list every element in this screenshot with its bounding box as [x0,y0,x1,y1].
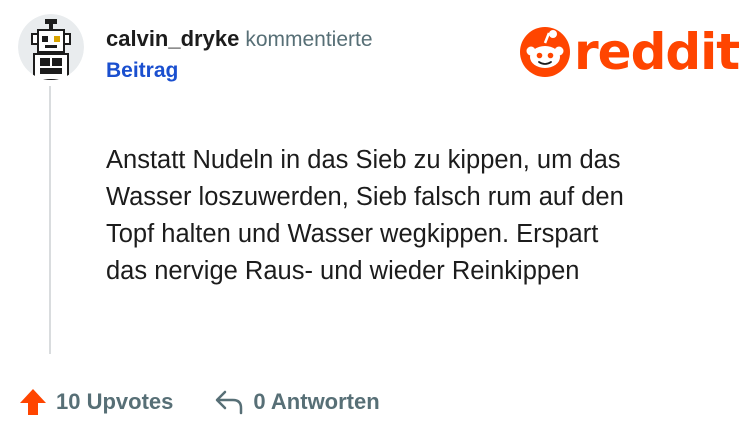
comment-line: Anstatt Nudeln in das Sieb zu kippen, um… [106,146,621,174]
comment-line: das nervige Raus- und wieder Reinkippen [106,257,580,285]
reddit-logo: reddit [520,23,740,81]
upvote-button[interactable]: 10 Upvotes [18,387,173,417]
reply-arrow-icon [216,390,243,415]
thread-line [49,86,51,354]
post-link[interactable]: Beitrag [106,56,178,86]
comment-line: Topf halten und Wasser wegkippen. Erspar… [106,220,599,248]
username[interactable]: calvin_dryke [106,26,239,51]
upvote-count: 10 Upvotes [56,389,174,414]
reply-count: 0 Antworten [253,389,380,414]
comment-header: calvin_dryke kommentierte [106,24,373,57]
reply-button[interactable]: 0 Antworten [213,388,380,416]
comment-line: Wasser loszuwerden, Sieb falsch rum auf … [106,183,624,211]
action-text: kommentierte [245,28,373,51]
robot-avatar-icon [18,14,84,80]
avatar[interactable] [18,14,84,80]
upvote-arrow-icon [20,389,46,415]
reddit-snoo-icon [520,27,570,77]
comment-body: Anstatt Nudeln in das Sieb zu kippen, um… [106,142,726,290]
reddit-wordmark: reddit [574,23,740,81]
comment-actions: 10 Upvotes 0 Antworten [18,382,380,422]
